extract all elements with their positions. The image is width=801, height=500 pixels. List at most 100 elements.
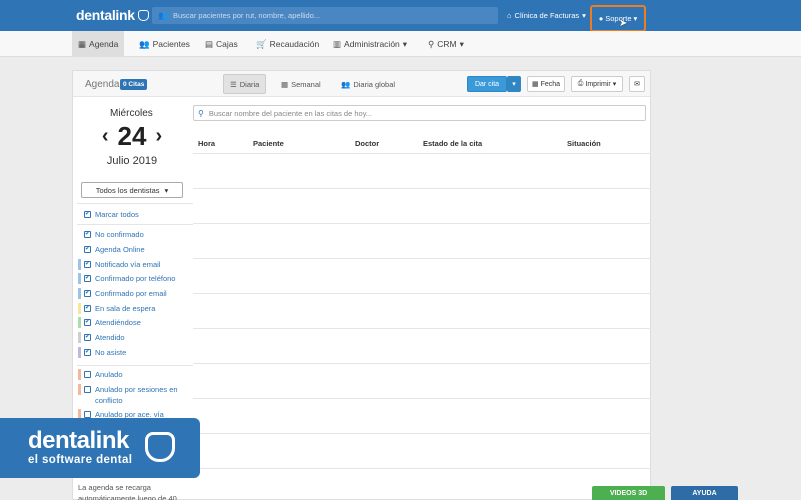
date-button[interactable]: ▦ Fecha [527, 76, 565, 92]
status-filter-item[interactable]: ✔ Confirmado por email [84, 288, 192, 299]
status-color-bar [78, 317, 81, 328]
home-icon: ⌂ [507, 11, 512, 20]
reload-note: La agenda se recarga automáticamente lue… [78, 483, 177, 500]
print-button[interactable]: ⎙ Imprimir ▾ [571, 76, 623, 92]
dentist-select-value: Todos los dentistas [95, 185, 160, 195]
status-filter-label: Agenda Online [95, 245, 145, 254]
appointment-search-input[interactable]: ⚲ Buscar nombre del paciente en las cita… [193, 105, 646, 121]
checkbox-checked-icon[interactable]: ✔ [84, 349, 91, 356]
next-day-icon[interactable]: › [155, 125, 162, 148]
nav-crm[interactable]: ⚲ CRM ▾ [422, 31, 470, 57]
appointment-search-placeholder: Buscar nombre del paciente en las citas … [208, 108, 373, 118]
mouse-cursor-icon: ➤ [619, 18, 628, 29]
email-button[interactable]: ✉ [629, 76, 645, 92]
checkbox-checked-icon[interactable]: ✔ [84, 305, 91, 312]
crm-icon: ⚲ [428, 38, 435, 49]
tab-diaria[interactable]: ☰ Diaria [223, 74, 267, 94]
nav-recaudacion[interactable]: 🛒 Recaudación [250, 31, 325, 57]
nav-pacientes[interactable]: 👥 Pacientes [133, 31, 196, 57]
nav-cajas-label: Cajas [216, 39, 238, 49]
nav-agenda[interactable]: ▦ Agenda [72, 31, 125, 57]
status-filter-item[interactable]: ✔ En sala de espera [84, 303, 192, 314]
column-estado: Estado de la cita [423, 139, 483, 148]
checkbox-empty-icon[interactable] [84, 386, 91, 393]
videos-3d-button[interactable]: VIDEOS 3D [592, 486, 665, 500]
checkbox-checked-icon[interactable]: ✔ [84, 246, 91, 253]
status-filter-item[interactable]: Anulado por sesiones en conflicto [84, 384, 192, 406]
column-hora: Hora [198, 139, 216, 148]
users-icon: 👥 [139, 38, 150, 49]
column-situacion: Situación [567, 139, 601, 148]
checkbox-checked-icon[interactable]: ✔ [84, 290, 91, 297]
divider [77, 203, 193, 204]
main-nav: ▦ Agenda 👥 Pacientes ▤ Cajas 🛒 Recaudaci… [0, 31, 801, 57]
table-row [193, 363, 651, 364]
checkbox-checked-icon[interactable]: ✔ [84, 275, 91, 282]
agenda-title: Agenda [85, 79, 120, 90]
tab-diaria-global-label: Diaria global [353, 79, 396, 89]
print-button-label: Imprimir [585, 80, 611, 88]
status-filter-item[interactable]: ✔ Atendido [84, 332, 192, 343]
new-appointment-dropdown[interactable]: ▾ [507, 76, 521, 92]
tab-diaria-global[interactable]: 👥 Diaria global [335, 74, 401, 94]
clinic-menu[interactable]: ⌂ Clínica de Facturas ▾ [507, 11, 586, 20]
status-filter-label: En sala de espera [95, 304, 156, 313]
chevron-down-icon: ▾ [582, 11, 586, 20]
status-color-bar [78, 332, 81, 343]
checkbox-checked-icon[interactable]: ✔ [84, 231, 91, 238]
cash-register-icon: ▤ [205, 38, 214, 49]
checkbox-checked-icon[interactable]: ✔ [84, 319, 91, 326]
tooth-icon [145, 432, 175, 462]
new-appointment-label: Dar cita [474, 80, 500, 88]
table-row [193, 398, 651, 399]
users-icon: 👥 [158, 11, 168, 20]
dentist-select[interactable]: Todos los dentistas ▾ [81, 182, 183, 198]
status-color-bar [78, 303, 81, 314]
envelope-icon: ✉ [634, 81, 640, 88]
dentalink-logo[interactable]: dentalink [76, 7, 149, 23]
status-filter-label: Marcar todos [95, 210, 139, 219]
patient-search-placeholder: Buscar pacientes por rut, nombre, apelli… [172, 11, 321, 20]
checkbox-checked-icon[interactable]: ✔ [84, 261, 91, 268]
tab-semanal-label: Semanal [291, 79, 321, 89]
previous-day-icon[interactable]: ‹ [102, 125, 109, 148]
checkbox-checked-icon[interactable]: ✔ [84, 334, 91, 341]
checkbox-empty-icon[interactable] [84, 371, 91, 378]
help-button[interactable]: AYUDA [671, 486, 738, 500]
month-year-label[interactable]: Julio 2019 [96, 155, 168, 167]
brand-subtitle: el software dental [28, 454, 133, 466]
nav-administracion[interactable]: ▥ Administración ▾ [327, 31, 413, 57]
status-filter-label: Confirmado por teléfono [95, 274, 176, 283]
status-color-bar [78, 288, 81, 299]
list-icon: ☰ [230, 79, 237, 89]
table-row [193, 258, 651, 259]
tab-semanal[interactable]: ▦ Semanal [275, 74, 327, 94]
status-filter-item[interactable]: ✔ Atendiéndose [84, 317, 192, 328]
support-menu[interactable]: ● Soporte ▾ [590, 5, 646, 32]
status-filter-item[interactable]: ✔ Marcar todos [84, 209, 192, 220]
nav-cajas[interactable]: ▤ Cajas [199, 31, 244, 57]
chevron-down-icon: ▾ [402, 38, 408, 49]
status-filter-label: Atendido [95, 333, 125, 342]
status-filter-item[interactable]: Anulado [84, 369, 192, 380]
checkbox-checked-icon[interactable]: ✔ [84, 211, 91, 218]
status-filter-item[interactable]: ✔ Agenda Online [84, 244, 192, 255]
status-filter-label: No asiste [95, 348, 127, 357]
weekday-label: Miércoles [110, 108, 153, 119]
calendar-icon: ▦ [531, 81, 539, 88]
divider [77, 365, 193, 366]
table-row [193, 328, 651, 329]
checkbox-empty-icon[interactable] [84, 411, 91, 418]
cart-icon: 🛒 [256, 38, 267, 49]
chevron-down-icon: ▾ [512, 81, 516, 88]
print-icon: ⎙ [577, 80, 584, 87]
new-appointment-button[interactable]: Dar cita [467, 76, 507, 92]
status-color-bar [78, 347, 81, 358]
status-filter-item[interactable]: ✔ Notificado vía email [84, 259, 192, 270]
patient-search-input[interactable]: 👥 Buscar pacientes por rut, nombre, apel… [152, 7, 498, 24]
status-filter-item[interactable]: ✔ No asiste [84, 347, 192, 358]
status-filter-item[interactable]: ✔ Confirmado por teléfono [84, 273, 192, 284]
users-icon: 👥 [341, 79, 351, 89]
appointments-count-badge: 0 Citas [120, 79, 148, 90]
status-filter-item[interactable]: ✔ No confirmado [84, 229, 192, 240]
